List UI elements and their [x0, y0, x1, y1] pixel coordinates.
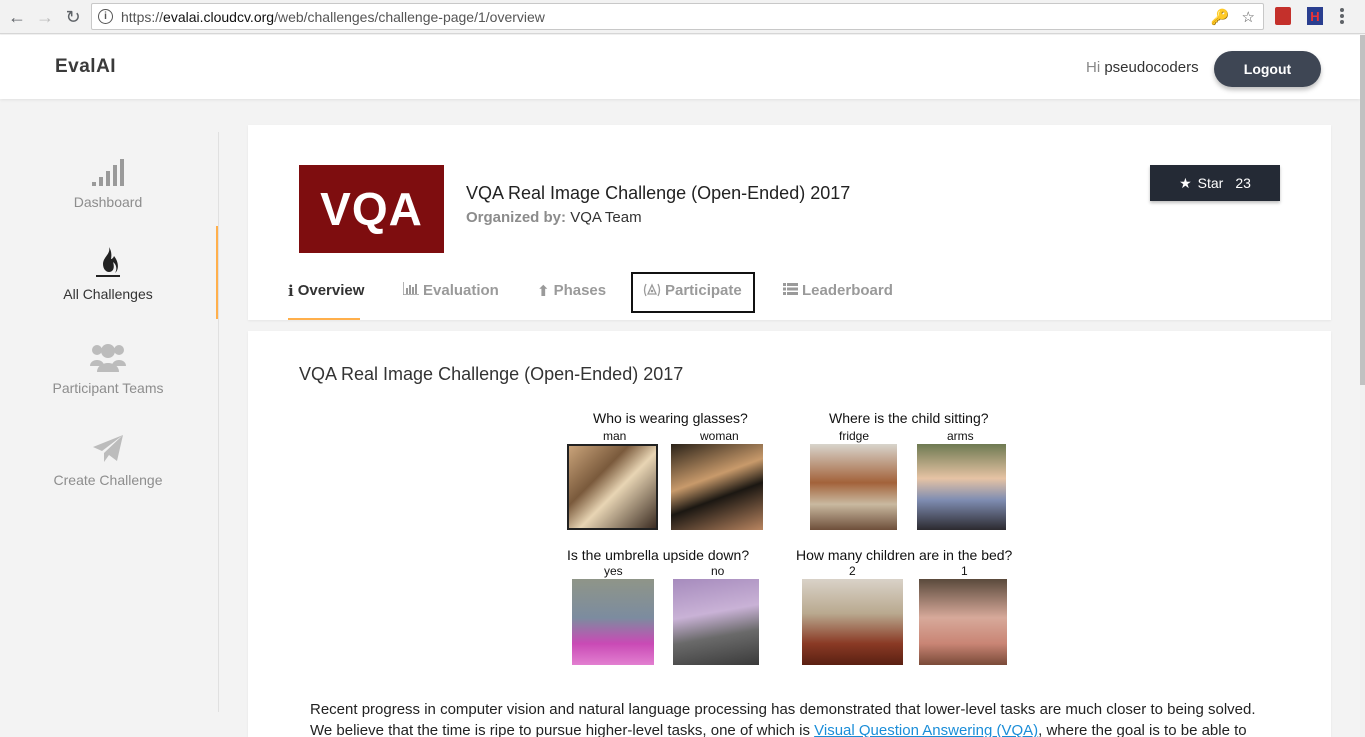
tab-label: Phases [553, 282, 607, 299]
sidebar-item-create-challenge[interactable]: Create Challenge [0, 430, 216, 510]
photo-child-arms [917, 444, 1006, 530]
figure-answer: man [603, 429, 627, 443]
url-scheme: https:// [121, 8, 164, 25]
info-icon: i [288, 282, 294, 300]
figure-answer: fridge [839, 429, 870, 443]
figure-answer: woman [700, 429, 739, 443]
figure-answer: no [711, 564, 725, 578]
app-header: EvalAI Hi pseudocoders Logout [0, 35, 1360, 99]
challenge-logo-text: VQA [320, 183, 423, 235]
description-text: We believe that the time is ripe to purs… [310, 722, 815, 737]
tab-label: Participate [665, 282, 742, 299]
key-icon[interactable]: 🔑 [1211, 8, 1230, 26]
sidebar-item-all-challenges[interactable]: All Challenges [0, 244, 216, 324]
photo-woman-glasses [671, 444, 763, 530]
logout-button[interactable]: Logout [1214, 51, 1321, 87]
tab-overview[interactable]: i Overview [288, 273, 364, 320]
tab-leaderboard[interactable]: Leaderboard [783, 273, 893, 320]
user-greeting: Hi pseudocoders [1086, 59, 1199, 76]
participate-icon [643, 282, 661, 302]
challenge-organizer: Organized by: VQA Team [466, 209, 642, 226]
vqa-examples-figure: Who is wearing glasses? man woman Where … [558, 407, 1028, 677]
overview-description: Recent progress in computer vision and n… [310, 699, 1290, 737]
overview-card: VQA Real Image Challenge (Open-Ended) 20… [248, 331, 1331, 737]
list-icon [783, 282, 798, 299]
description-line: We believe that the time is ripe to purs… [310, 720, 1290, 737]
sidebar-item-participant-teams[interactable]: Participant Teams [0, 338, 216, 418]
photo-one-child-bed [919, 579, 1007, 665]
flame-icon [95, 244, 121, 278]
star-count: 23 [1235, 175, 1251, 191]
challenge-header-card: VQA VQA Real Image Challenge (Open-Ended… [248, 125, 1331, 320]
star-button[interactable]: ★ Star 23 [1150, 165, 1280, 201]
challenge-title: VQA Real Image Challenge (Open-Ended) 20… [466, 183, 851, 203]
figure-question: Who is wearing glasses? [593, 410, 748, 426]
page-scrollbar[interactable] [1360, 35, 1365, 737]
sidebar-item-label: All Challenges [63, 286, 153, 302]
figure-answer: 2 [849, 564, 856, 578]
description-text: , where the goal is to be able to [1038, 722, 1247, 737]
info-icon[interactable]: i [98, 9, 113, 24]
bookmark-star-icon[interactable]: ☆ [1242, 8, 1255, 26]
url-host: evalai.cloudcv.org [163, 8, 275, 25]
tab-label: Leaderboard [802, 282, 893, 299]
greeting-prefix: Hi [1086, 59, 1101, 76]
reload-icon[interactable]: ↻ [59, 3, 87, 31]
url-path: /web/challenges/challenge-page/1/overvie… [274, 8, 545, 25]
extension-h-icon[interactable]: H [1307, 7, 1323, 25]
sidebar-item-label: Create Challenge [53, 472, 163, 488]
organizer-label: Organized by: [466, 209, 567, 226]
tab-participate[interactable]: Participate [631, 272, 755, 313]
extension-icon[interactable] [1275, 7, 1291, 25]
photo-man-glasses [567, 444, 658, 530]
browser-toolbar: ← → ↻ i https://evalai.cloudcv.org/web/c… [0, 0, 1365, 34]
sidebar-item-label: Dashboard [73, 194, 143, 210]
star-icon: ★ [1179, 174, 1192, 191]
challenge-logo: VQA [299, 165, 444, 253]
browser-menu-icon[interactable] [1340, 8, 1344, 24]
bar-chart-icon [402, 282, 419, 299]
address-bar[interactable]: i https://evalai.cloudcv.org/web/challen… [91, 3, 1264, 30]
signal-bars-icon [92, 152, 124, 186]
figure-answer: yes [604, 564, 623, 578]
tab-evaluation[interactable]: Evaluation [402, 273, 499, 320]
sidebar-item-label: Participant Teams [52, 380, 164, 396]
username: pseudocoders [1104, 59, 1199, 76]
sidebar-item-dashboard[interactable]: Dashboard [0, 152, 216, 232]
figure-question: How many children are in the bed? [796, 547, 1013, 563]
vqa-link[interactable]: Visual Question Answering (VQA) [814, 722, 1038, 737]
tab-label: Overview [297, 282, 365, 299]
sidebar-active-indicator [216, 226, 218, 319]
photo-umbrella-upside-down [572, 579, 654, 665]
organizer-name: VQA Team [570, 209, 642, 226]
upload-arrow-icon: ⬆ [537, 283, 550, 300]
star-label: Star [1197, 175, 1224, 191]
photo-child-fridge [810, 444, 897, 530]
tab-label: Evaluation [423, 282, 499, 299]
figure-answer: 1 [961, 564, 968, 578]
photo-umbrella-upright [673, 579, 759, 665]
figure-question: Where is the child sitting? [829, 410, 989, 426]
tab-phases[interactable]: ⬆ Phases [537, 273, 606, 320]
scrollbar-thumb[interactable] [1360, 35, 1365, 385]
paper-plane-icon [92, 430, 124, 464]
overview-title: VQA Real Image Challenge (Open-Ended) 20… [299, 364, 684, 384]
figure-question: Is the umbrella upside down? [567, 547, 750, 563]
forward-icon[interactable]: → [31, 3, 59, 31]
description-line: Recent progress in computer vision and n… [310, 701, 1256, 718]
users-icon [90, 338, 126, 372]
back-icon[interactable]: ← [3, 3, 31, 31]
photo-two-children-bed [802, 579, 903, 665]
figure-answer: arms [947, 429, 974, 443]
evalai-logo[interactable]: EvalAI [55, 56, 116, 78]
